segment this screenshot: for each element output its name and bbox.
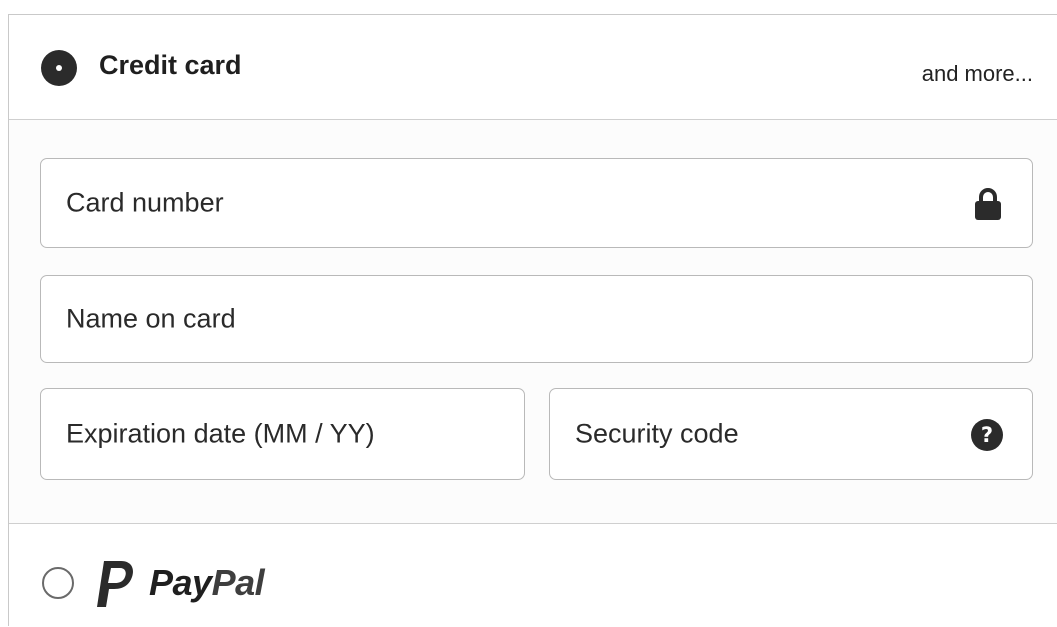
credit-card-radio[interactable] (41, 50, 77, 86)
payment-method-panel: Credit card and more... Card number Name… (8, 14, 1057, 627)
paypal-option[interactable]: PayPal (9, 523, 1057, 627)
card-number-placeholder: Card number (66, 187, 224, 218)
paypal-word-pal: Pal (211, 562, 265, 603)
name-on-card-field[interactable]: Name on card (40, 275, 1033, 363)
expiration-date-placeholder: Expiration date (MM / YY) (66, 418, 375, 449)
paypal-word-pay: Pay (149, 562, 212, 603)
paypal-radio[interactable] (42, 567, 74, 599)
credit-card-label: Credit card (99, 50, 242, 80)
security-code-field[interactable]: Security code ? (549, 388, 1033, 480)
lock-icon (975, 188, 1001, 220)
security-code-placeholder: Security code (575, 418, 739, 449)
paypal-wordmark: PayPal (149, 562, 265, 604)
credit-card-option-header[interactable]: Credit card and more... (9, 15, 1057, 120)
expiration-date-field[interactable]: Expiration date (MM / YY) (40, 388, 525, 480)
card-number-field[interactable]: Card number (40, 158, 1033, 248)
and-more-link[interactable]: and more... (922, 61, 1033, 87)
name-on-card-placeholder: Name on card (66, 303, 236, 334)
credit-card-form: Card number Name on card Expiration date… (9, 120, 1057, 523)
paypal-logo-icon (97, 561, 133, 607)
help-icon[interactable]: ? (971, 419, 1003, 451)
radio-selected-dot (56, 65, 62, 71)
